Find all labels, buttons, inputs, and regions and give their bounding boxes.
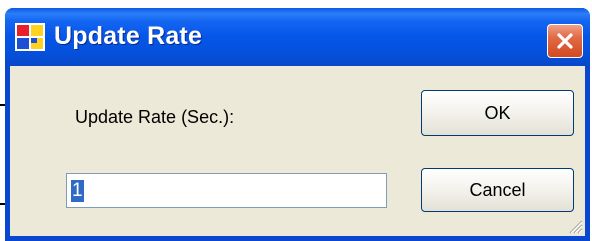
dialog-window: Update Rate Update Rate (Sec.): OK 1 Can… (5, 8, 590, 241)
dialog-client-area: Update Rate (Sec.): OK 1 Cancel (10, 66, 585, 236)
page-background (0, 0, 592, 8)
close-button[interactable] (547, 24, 583, 58)
update-rate-value: 1 (71, 179, 84, 202)
ok-button[interactable]: OK (421, 90, 574, 136)
title-bar[interactable]: Update Rate (5, 8, 590, 66)
close-icon (557, 33, 573, 49)
app-icon (15, 23, 45, 51)
ok-button-label: OK (484, 102, 511, 123)
update-rate-label: Update Rate (Sec.): (75, 107, 235, 127)
cancel-button[interactable]: Cancel (421, 168, 574, 212)
resize-grip-icon[interactable] (565, 216, 583, 234)
window-title: Update Rate (54, 22, 203, 50)
cancel-button-label: Cancel (469, 179, 526, 200)
update-rate-input[interactable]: 1 (66, 173, 387, 208)
